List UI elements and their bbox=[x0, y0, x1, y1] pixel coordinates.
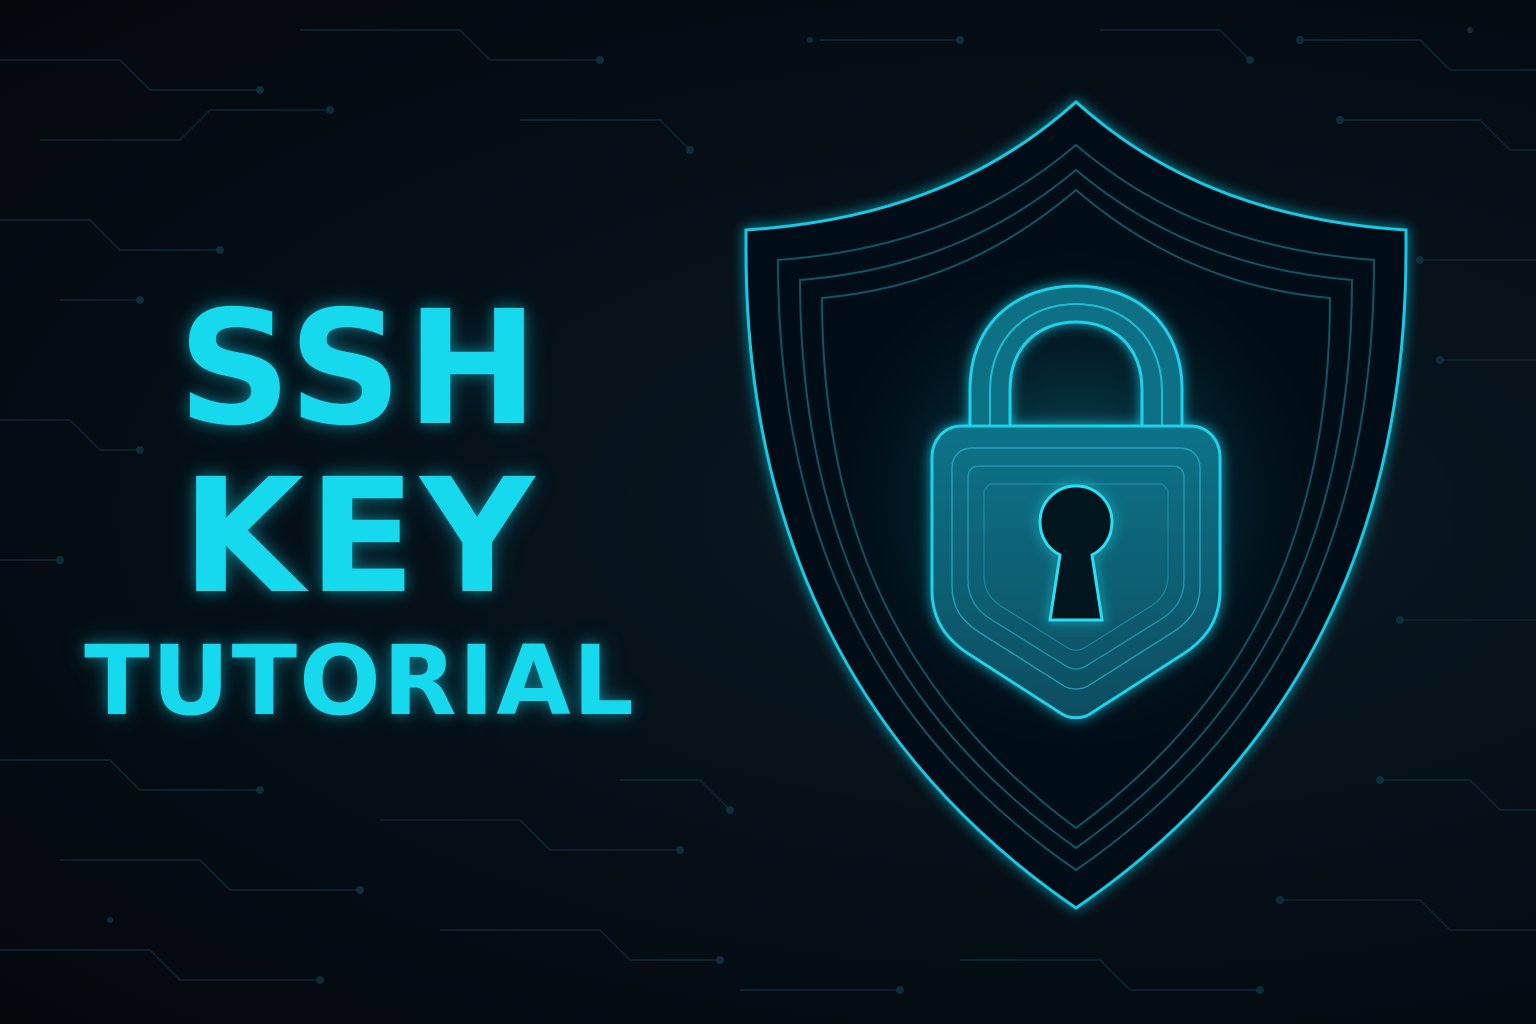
ssh-key-banner: SSH KEY TUTORIAL bbox=[0, 0, 1536, 1024]
title-line-ssh: SSH bbox=[177, 277, 543, 461]
shield-lock-emblem bbox=[744, 99, 1408, 910]
title-line-key: KEY bbox=[181, 445, 539, 629]
title-line-tutorial: TUTORIAL bbox=[84, 625, 636, 737]
title-block: SSH KEY TUTORIAL bbox=[60, 290, 660, 729]
